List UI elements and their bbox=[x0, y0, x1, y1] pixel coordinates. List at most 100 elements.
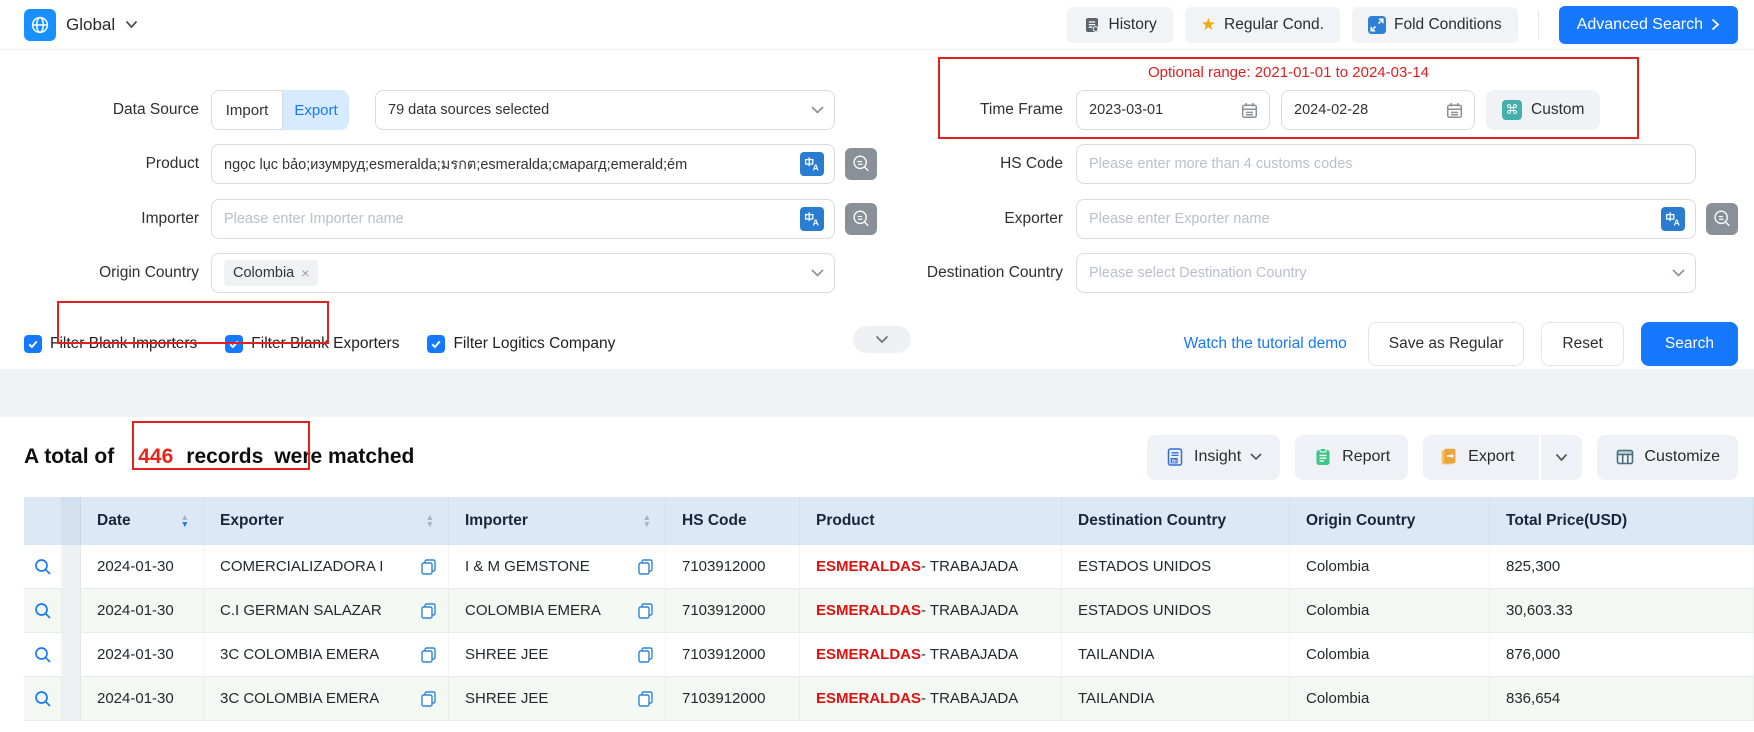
save-as-regular-button[interactable]: Save as Regular bbox=[1368, 322, 1525, 366]
data-sources-select[interactable]: 79 data sources selected bbox=[375, 90, 835, 130]
col-header-importer[interactable]: Importer ▲▼ bbox=[449, 497, 666, 545]
chevron-down-icon[interactable] bbox=[125, 20, 138, 29]
table-header-row: Date ▲▼ Exporter ▲▼ Importer ▲▼ HS Code … bbox=[24, 497, 1754, 545]
col-header-total-price: Total Price(USD) bbox=[1490, 497, 1754, 545]
col-header-origin: Origin Country bbox=[1290, 497, 1490, 545]
view-detail-cell[interactable] bbox=[24, 677, 62, 720]
importer-input[interactable] bbox=[224, 211, 792, 227]
magnifier-icon bbox=[34, 646, 52, 664]
copy-icon[interactable] bbox=[421, 603, 436, 619]
data-source-label: Data Source bbox=[0, 90, 199, 130]
origin-country-tag: Colombia × bbox=[224, 260, 318, 286]
col-header-exporter[interactable]: Exporter ▲▼ bbox=[204, 497, 449, 545]
advanced-search-button[interactable]: Advanced Search bbox=[1559, 6, 1738, 44]
copy-icon[interactable] bbox=[421, 691, 436, 707]
product-cell: ESMERALDAS- TRABAJADA bbox=[800, 677, 1062, 720]
checkbox-checked-icon bbox=[24, 335, 42, 353]
table-row: 2024-01-30 3C COLOMBIA EMERA SHREE JEE 7… bbox=[24, 633, 1754, 677]
view-detail-cell[interactable] bbox=[24, 633, 62, 676]
col-header-destination: Destination Country bbox=[1062, 497, 1290, 545]
search-button[interactable]: Search bbox=[1641, 322, 1738, 366]
regular-cond-button[interactable]: ★ Regular Cond. bbox=[1185, 7, 1340, 43]
copy-icon[interactable] bbox=[638, 559, 653, 575]
globe-logo-icon[interactable] bbox=[24, 9, 56, 41]
export-tab[interactable]: Export bbox=[283, 90, 349, 130]
magnifier-icon bbox=[34, 690, 52, 708]
view-detail-cell[interactable] bbox=[24, 545, 62, 588]
destination-cell: ESTADOS UNIDOS bbox=[1062, 545, 1290, 588]
total-price-cell: 836,654 bbox=[1490, 677, 1754, 720]
fuzzy-search-icon[interactable] bbox=[1706, 203, 1738, 235]
date-cell: 2024-01-30 bbox=[81, 633, 204, 676]
chevron-down-icon bbox=[1672, 269, 1685, 277]
export-button[interactable]: Export bbox=[1423, 435, 1530, 480]
importer-cell: SHREE JEE bbox=[449, 677, 666, 720]
translate-icon[interactable]: A bbox=[1661, 207, 1685, 231]
highlighted-keyword: ESMERALDAS bbox=[816, 602, 921, 619]
date-start-field[interactable]: 2023-03-01 bbox=[1076, 90, 1270, 130]
hs-code-input-box bbox=[1076, 144, 1696, 184]
origin-country-select[interactable]: Colombia × bbox=[211, 253, 835, 293]
fold-icon bbox=[1368, 16, 1386, 34]
trade-data-app: Global History ★ Regular Cond. Fold Cond… bbox=[0, 0, 1754, 732]
results-summary: A total of 446 records were matched bbox=[24, 445, 414, 469]
import-tab[interactable]: Import bbox=[211, 90, 283, 130]
copy-icon[interactable] bbox=[638, 603, 653, 619]
fold-conditions-button[interactable]: Fold Conditions bbox=[1352, 7, 1518, 43]
hs-code-cell: 7103912000 bbox=[666, 589, 800, 632]
exporter-cell: 3C COLOMBIA EMERA bbox=[204, 677, 449, 720]
remove-tag-icon[interactable]: × bbox=[301, 265, 309, 281]
tutorial-demo-link[interactable]: Watch the tutorial demo bbox=[1184, 335, 1347, 353]
date-end-field[interactable]: 2024-02-28 bbox=[1281, 90, 1475, 130]
exporter-input-box: A bbox=[1076, 199, 1696, 239]
section-divider-band bbox=[0, 369, 1754, 417]
sort-control[interactable]: ▲▼ bbox=[181, 514, 189, 529]
destination-cell: TAILANDIA bbox=[1062, 633, 1290, 676]
exporter-input[interactable] bbox=[1089, 211, 1653, 227]
table-row: 2024-01-30 COMERCIALIZADORA I I & M GEMS… bbox=[24, 545, 1754, 589]
export-options-button[interactable] bbox=[1539, 435, 1582, 480]
copy-icon[interactable] bbox=[638, 691, 653, 707]
insight-button[interactable]: BI Insight bbox=[1147, 435, 1280, 480]
highlighted-keyword: ESMERALDAS bbox=[816, 646, 921, 663]
total-price-cell: 876,000 bbox=[1490, 633, 1754, 676]
results-toolbar: BI Insight Report Export bbox=[1147, 435, 1738, 480]
svg-text:BI: BI bbox=[1172, 458, 1177, 464]
col-header-date[interactable]: Date ▲▼ bbox=[81, 497, 204, 545]
col-header-product: Product bbox=[800, 497, 1062, 545]
region-selector-label[interactable]: Global bbox=[66, 15, 115, 35]
sort-control[interactable]: ▲▼ bbox=[643, 514, 651, 529]
product-input[interactable] bbox=[224, 156, 792, 172]
hs-code-cell: 7103912000 bbox=[666, 545, 800, 588]
history-button[interactable]: History bbox=[1067, 7, 1173, 43]
exporter-cell: 3C COLOMBIA EMERA bbox=[204, 633, 449, 676]
divider bbox=[1538, 10, 1539, 40]
command-icon: ⌘ bbox=[1502, 100, 1522, 120]
export-split-button: Export bbox=[1423, 435, 1582, 480]
checkbox-checked-icon bbox=[225, 335, 243, 353]
customize-button[interactable]: Customize bbox=[1597, 435, 1738, 480]
view-detail-cell[interactable] bbox=[24, 589, 62, 632]
time-frame-label: Time Frame bbox=[813, 90, 1063, 130]
reset-button[interactable]: Reset bbox=[1541, 322, 1624, 366]
importer-input-box: A bbox=[211, 199, 835, 239]
svg-text:A: A bbox=[1674, 218, 1680, 228]
report-button[interactable]: Report bbox=[1295, 435, 1408, 480]
copy-icon[interactable] bbox=[421, 647, 436, 663]
data-source-toggle: Import Export bbox=[211, 90, 349, 130]
sort-control[interactable]: ▲▼ bbox=[426, 514, 434, 529]
filter-logistics-company-checkbox[interactable]: Filter Logitics Company bbox=[427, 335, 615, 353]
highlighted-keyword: ESMERALDAS bbox=[816, 558, 921, 575]
filter-blank-importers-checkbox[interactable]: Filter Blank Importers bbox=[24, 335, 197, 353]
custom-range-button[interactable]: ⌘ Custom bbox=[1486, 90, 1600, 130]
history-icon bbox=[1083, 16, 1101, 34]
product-cell: ESMERALDAS- TRABAJADA bbox=[800, 633, 1062, 676]
destination-country-select[interactable]: Please select Destination Country bbox=[1076, 253, 1696, 293]
checkbox-checked-icon bbox=[427, 335, 445, 353]
calendar-icon bbox=[1445, 101, 1464, 120]
sort-desc-icon: ▼ bbox=[643, 521, 651, 529]
hs-code-input[interactable] bbox=[1089, 156, 1685, 172]
copy-icon[interactable] bbox=[638, 647, 653, 663]
copy-icon[interactable] bbox=[421, 559, 436, 575]
filter-blank-exporters-checkbox[interactable]: Filter Blank Exporters bbox=[225, 335, 399, 353]
